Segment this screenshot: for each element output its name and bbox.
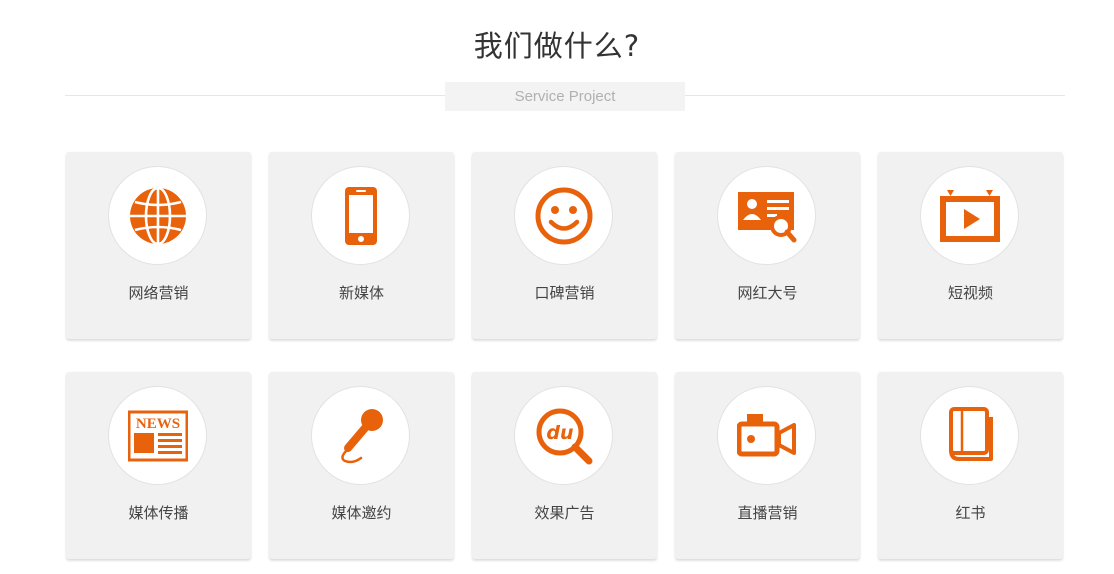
service-label: 红书 [955, 504, 986, 522]
microphone-icon [341, 409, 383, 464]
service-card-influencer[interactable]: 网红大号 [675, 152, 860, 339]
smiley-icon [535, 187, 593, 245]
icon-circle [717, 386, 816, 485]
icon-circle [108, 166, 207, 265]
id-card-search-icon [738, 192, 797, 243]
service-card-red-book[interactable]: 红书 [878, 372, 1063, 559]
smartphone-icon [345, 187, 377, 245]
services-section: 我们做什么? Service Project 网络营销 新媒体 口碑营销 网红大… [0, 0, 1114, 574]
service-label: 网红大号 [737, 284, 798, 302]
video-camera-icon [737, 414, 796, 457]
service-label: 媒体邀约 [331, 504, 392, 522]
svg-text:du: du [546, 422, 573, 444]
service-label: 网络营销 [128, 284, 189, 302]
icon-circle [920, 386, 1019, 485]
icon-circle [514, 166, 613, 265]
service-card-performance-ads[interactable]: du 效果广告 [472, 372, 657, 559]
service-card-live-marketing[interactable]: 直播营销 [675, 372, 860, 559]
globe-icon [130, 186, 186, 246]
service-card-network-marketing[interactable]: 网络营销 [66, 152, 251, 339]
book-icon [949, 407, 993, 461]
icon-circle: NEWS [108, 386, 207, 485]
svg-text:NEWS: NEWS [136, 416, 180, 432]
service-card-new-media[interactable]: 新媒体 [269, 152, 454, 339]
service-card-media-invite[interactable]: 媒体邀约 [269, 372, 454, 559]
service-label: 效果广告 [534, 504, 595, 522]
icon-circle [920, 166, 1019, 265]
service-card-word-of-mouth[interactable]: 口碑营销 [472, 152, 657, 339]
icon-circle [311, 166, 410, 265]
service-label: 口碑营销 [534, 284, 595, 302]
service-label: 新媒体 [338, 284, 384, 302]
service-label: 短视频 [947, 284, 993, 302]
video-play-icon [940, 190, 1000, 242]
service-card-short-video[interactable]: 短视频 [878, 152, 1063, 339]
baidu-search-icon: du [536, 408, 593, 465]
icon-circle [311, 386, 410, 485]
service-label: 媒体传播 [128, 504, 189, 522]
service-card-media-spread[interactable]: NEWS 媒体传播 [66, 372, 251, 559]
page-subtitle: Service Project [445, 82, 685, 111]
icon-circle [717, 166, 816, 265]
service-label: 直播营销 [737, 504, 798, 522]
newspaper-icon: NEWS [128, 410, 188, 462]
page-title: 我们做什么? [473, 29, 641, 63]
icon-circle: du [514, 386, 613, 485]
